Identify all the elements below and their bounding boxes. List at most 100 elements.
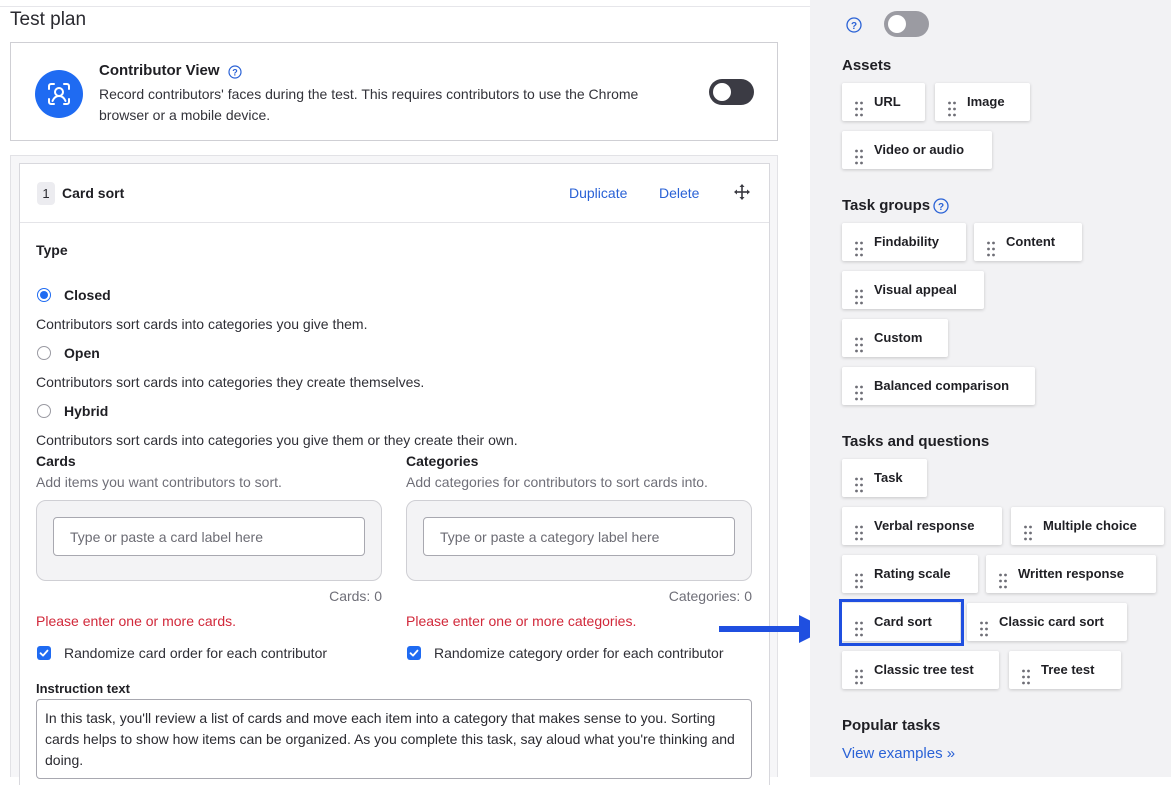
chip-balanced-comparison[interactable]: Balanced comparison (842, 367, 1035, 405)
chip-tree-test[interactable]: Tree test (1009, 651, 1121, 689)
chip-label: Video or audio (874, 142, 965, 157)
chip-classic-card-sort[interactable]: Classic card sort (967, 603, 1127, 641)
contributor-view-title: Contributor View (99, 62, 220, 79)
chip-written-response[interactable]: Written response (986, 555, 1156, 593)
drag-handle-icon (947, 94, 957, 132)
face-scan-icon (35, 70, 83, 118)
move-icon[interactable] (734, 184, 750, 203)
checkmark-icon (409, 649, 419, 657)
chip-label: Custom (874, 330, 923, 345)
randomize-cards-label: Randomize card order for each contributo… (64, 645, 328, 661)
chip-custom[interactable]: Custom (842, 319, 948, 357)
chip-label: Classic card sort (999, 614, 1104, 629)
chip-task[interactable]: Task (842, 459, 927, 497)
chip-label: Classic tree test (874, 662, 974, 677)
chip-visual-appeal[interactable]: Visual appeal (842, 271, 984, 309)
option-closed-label: Closed (64, 287, 111, 303)
chip-classic-tree-test[interactable]: Classic tree test (842, 651, 999, 689)
chip-label: Balanced comparison (874, 378, 1010, 393)
categories-label: Categories (406, 453, 479, 469)
contributor-view-description: Record contributors' faces during the te… (99, 86, 639, 123)
page-title: Test plan (10, 9, 87, 30)
delete-link[interactable]: Delete (659, 185, 699, 201)
chip-label: Content (1006, 234, 1056, 249)
help-icon[interactable]: ? (846, 17, 862, 36)
radio-open[interactable] (37, 346, 51, 360)
randomize-cards-checkbox[interactable] (37, 646, 51, 660)
option-closed-description: Contributors sort cards into categories … (36, 316, 368, 332)
svg-text:?: ? (851, 21, 857, 32)
task-header: 1 Card sort Duplicate Delete (20, 164, 769, 223)
duplicate-link[interactable]: Duplicate (569, 185, 627, 201)
option-hybrid-label: Hybrid (64, 403, 109, 419)
checkmark-icon (39, 649, 49, 657)
chip-video-or-audio[interactable]: Video or audio (842, 131, 992, 169)
randomize-categories-label: Randomize category order for each contri… (434, 645, 724, 661)
view-examples-link[interactable]: View examples » (842, 745, 955, 762)
contributor-view-card: Contributor View ? Record contributors' … (10, 42, 778, 141)
drag-handle-icon (979, 614, 989, 652)
card-sort-task: 1 Card sort Duplicate Delete Type Closed… (19, 163, 770, 785)
drag-handle-icon (854, 662, 864, 700)
sidebar-toggle[interactable] (884, 11, 929, 37)
top-divider (0, 6, 810, 7)
option-hybrid-description: Contributors sort cards into categories … (36, 432, 518, 448)
chip-image[interactable]: Image (935, 83, 1030, 121)
drag-handle-icon (854, 142, 864, 180)
chip-label: Tree test (1041, 662, 1095, 677)
task-block: 1 Card sort Duplicate Delete Type Closed… (10, 155, 778, 785)
drag-handle-icon (1023, 518, 1033, 556)
help-icon[interactable]: ? (228, 65, 242, 82)
instruction-textarea[interactable]: In this task, you'll review a list of ca… (36, 699, 752, 779)
chip-rating-scale[interactable]: Rating scale (842, 555, 978, 593)
chip-content[interactable]: Content (974, 223, 1082, 261)
cards-label: Cards (36, 453, 76, 469)
chip-url[interactable]: URL (842, 83, 925, 121)
drag-handle-icon (854, 330, 864, 368)
highlight-box (839, 599, 964, 646)
categories-error: Please enter one or more categories. (406, 613, 637, 629)
radio-closed[interactable] (37, 288, 51, 302)
cards-input-area (36, 500, 382, 581)
popular-tasks-title: Popular tasks (842, 717, 941, 734)
option-open-description: Contributors sort cards into categories … (36, 374, 425, 390)
cards-hint: Add items you want contributors to sort. (36, 474, 282, 490)
drag-handle-icon (854, 470, 864, 508)
chip-label: Findability (874, 234, 939, 249)
chip-label: Verbal response (874, 518, 975, 533)
chip-findability[interactable]: Findability (842, 223, 966, 261)
type-label: Type (36, 242, 68, 258)
contributor-view-toggle[interactable] (709, 79, 754, 105)
chip-label: Image (967, 94, 1005, 109)
task-name: Card sort (62, 185, 125, 201)
category-label-input[interactable] (423, 517, 735, 556)
drag-handle-icon (854, 282, 864, 320)
toggle-knob (713, 83, 731, 101)
chip-label: Written response (1018, 566, 1124, 581)
right-sidebar: ? Assets URL Image Video or audio Task g… (810, 0, 1171, 777)
cards-count: Cards: 0 (329, 588, 382, 604)
categories-hint: Add categories for contributors to sort … (406, 474, 708, 490)
drag-handle-icon (986, 234, 996, 272)
cards-error: Please enter one or more cards. (36, 613, 236, 629)
drag-handle-icon (1021, 662, 1031, 700)
chip-label: Visual appeal (874, 282, 957, 297)
chip-label: Rating scale (874, 566, 951, 581)
help-icon[interactable]: ? (933, 198, 949, 217)
drag-handle-icon (854, 518, 864, 556)
chip-multiple-choice[interactable]: Multiple choice (1011, 507, 1164, 545)
toggle-knob (888, 15, 906, 33)
drag-handle-icon (998, 566, 1008, 604)
chip-label: URL (874, 94, 901, 109)
svg-text:?: ? (938, 202, 944, 213)
drag-handle-icon (854, 234, 864, 272)
card-label-input[interactable] (53, 517, 365, 556)
categories-input-area (406, 500, 752, 581)
drag-handle-icon (854, 94, 864, 132)
task-number: 1 (37, 182, 55, 205)
randomize-categories-checkbox[interactable] (407, 646, 421, 660)
instruction-label: Instruction text (36, 681, 130, 696)
radio-hybrid[interactable] (37, 404, 51, 418)
chip-verbal-response[interactable]: Verbal response (842, 507, 1002, 545)
drag-handle-icon (854, 378, 864, 416)
